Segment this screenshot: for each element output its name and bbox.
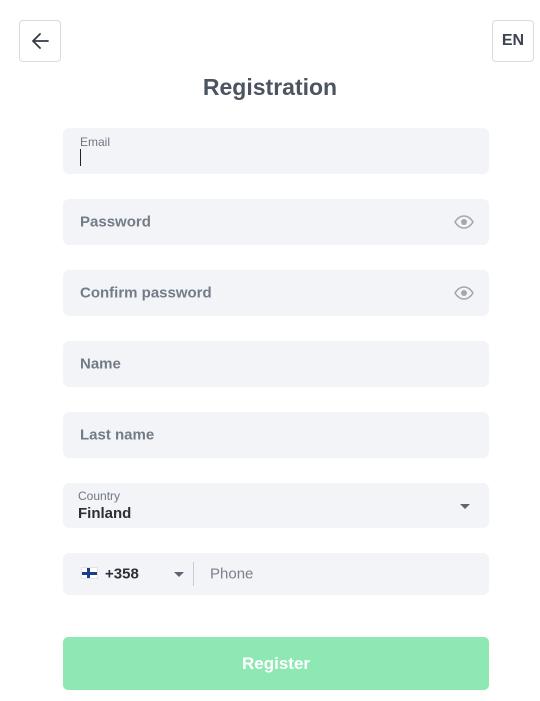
finland-flag-icon bbox=[81, 567, 98, 579]
email-field[interactable]: Email bbox=[63, 128, 489, 174]
password-placeholder: Password bbox=[80, 213, 151, 231]
chevron-down-icon[interactable] bbox=[174, 572, 184, 577]
text-cursor bbox=[80, 149, 81, 166]
eye-icon[interactable] bbox=[454, 286, 474, 300]
confirm-password-field[interactable]: Confirm password bbox=[63, 270, 489, 316]
last-name-field[interactable]: Last name bbox=[63, 412, 489, 458]
name-field[interactable]: Name bbox=[63, 341, 489, 387]
last-name-placeholder: Last name bbox=[80, 426, 155, 444]
country-value: Finland bbox=[78, 505, 132, 522]
dial-code[interactable]: +358 bbox=[105, 566, 139, 583]
name-placeholder: Name bbox=[80, 355, 121, 373]
confirm-password-placeholder: Confirm password bbox=[80, 284, 212, 302]
language-label: EN bbox=[501, 32, 525, 49]
phone-field[interactable]: +358 Phone bbox=[63, 553, 489, 595]
back-button[interactable] bbox=[19, 20, 61, 62]
page-title: Registration bbox=[202, 74, 338, 100]
eye-icon[interactable] bbox=[454, 215, 474, 229]
country-label: Country bbox=[78, 489, 121, 503]
password-field[interactable]: Password bbox=[63, 199, 489, 245]
email-label: Email bbox=[80, 135, 111, 149]
chevron-down-icon bbox=[460, 504, 470, 509]
arrow-left-icon bbox=[32, 33, 49, 49]
register-button[interactable]: Register bbox=[63, 637, 489, 690]
country-select[interactable]: Country Finland bbox=[63, 483, 489, 528]
phone-placeholder: Phone bbox=[210, 565, 254, 583]
language-selector[interactable]: EN bbox=[492, 20, 534, 62]
divider bbox=[193, 562, 194, 586]
